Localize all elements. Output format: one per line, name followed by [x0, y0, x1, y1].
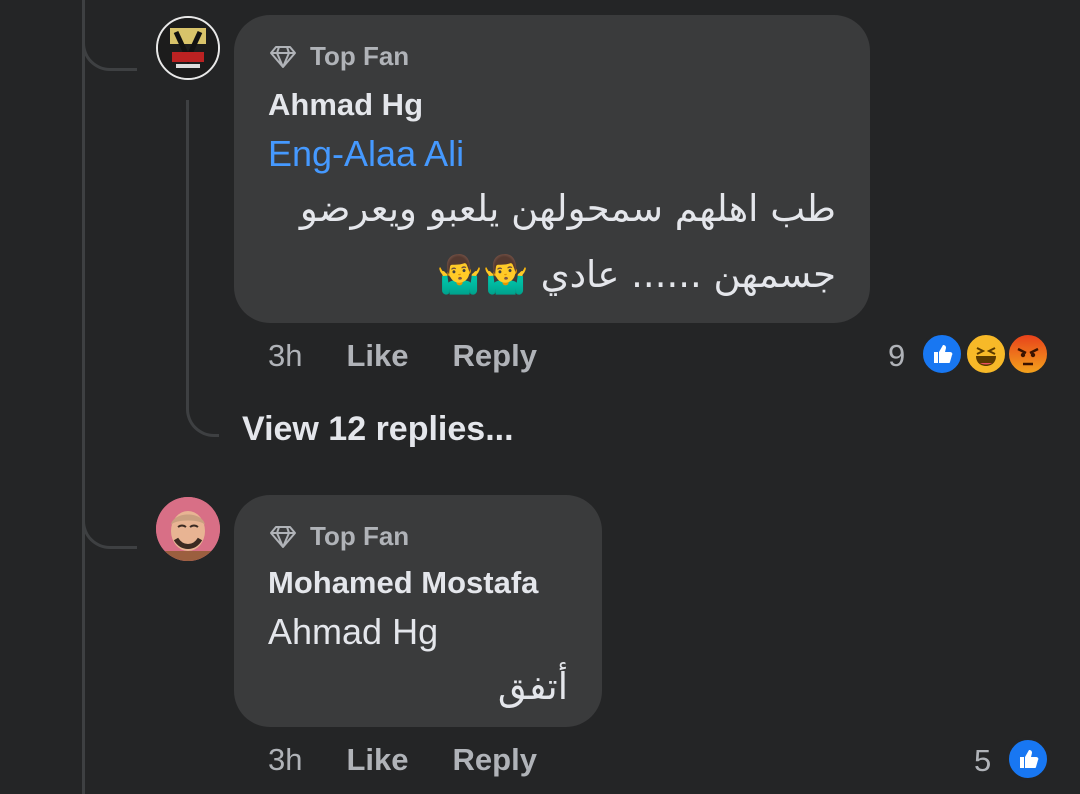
mention-link[interactable]: Ahmad Hg [268, 611, 438, 653]
view-replies-connector [186, 380, 219, 437]
reply-button[interactable]: Reply [453, 338, 537, 374]
reply-thread-line [186, 100, 189, 400]
top-fan-badge: Top Fan [268, 521, 409, 552]
like-button[interactable]: Like [346, 742, 408, 778]
outer-thread-line [82, 0, 85, 794]
comment-bubble: Top Fan Mohamed Mostafa Ahmad Hg أتفق [234, 495, 602, 727]
like-icon[interactable] [1006, 737, 1050, 781]
reaction-count[interactable]: 9 [888, 338, 905, 374]
like-icon[interactable] [920, 332, 964, 376]
comment-author[interactable]: Ahmad Hg [268, 87, 423, 123]
thread-connector-1 [82, 0, 137, 71]
comment-text-line-2: جسمهن ...... عادي 🤷‍♂️🤷‍♂️ [436, 253, 836, 296]
badge-label: Top Fan [310, 41, 410, 71]
view-replies-link[interactable]: View 12 replies... [242, 410, 514, 449]
avatar-logo-icon [158, 18, 218, 78]
comment-author[interactable]: Mohamed Mostafa [268, 565, 538, 601]
comment-timestamp[interactable]: 3h [268, 742, 302, 778]
badge-label: Top Fan [310, 521, 410, 551]
thread-connector-2 [82, 470, 137, 549]
top-fan-badge: Top Fan [268, 41, 409, 72]
diamond-icon [270, 525, 296, 548]
comment-actions: 3h Like Reply [268, 742, 537, 778]
reaction-count[interactable]: 5 [974, 743, 991, 779]
haha-icon[interactable] [964, 332, 1008, 376]
avatar-photo-icon [156, 497, 220, 561]
comment-text-line-1: طب اهلهم سمحولهن يلعبو ويعرضو [299, 187, 836, 230]
avatar[interactable] [156, 16, 220, 80]
like-button[interactable]: Like [346, 338, 408, 374]
comment-timestamp[interactable]: 3h [268, 338, 302, 374]
comment-actions: 3h Like Reply [268, 338, 537, 374]
angry-icon[interactable] [1006, 332, 1050, 376]
comment-bubble: Top Fan Ahmad Hg Eng-Alaa Ali طب اهلهم س… [234, 15, 870, 323]
diamond-icon [270, 45, 296, 68]
comment-text-line-1: أتفق [497, 665, 568, 708]
mention-link[interactable]: Eng-Alaa Ali [268, 133, 464, 175]
avatar[interactable] [156, 497, 220, 561]
reply-button[interactable]: Reply [453, 742, 537, 778]
